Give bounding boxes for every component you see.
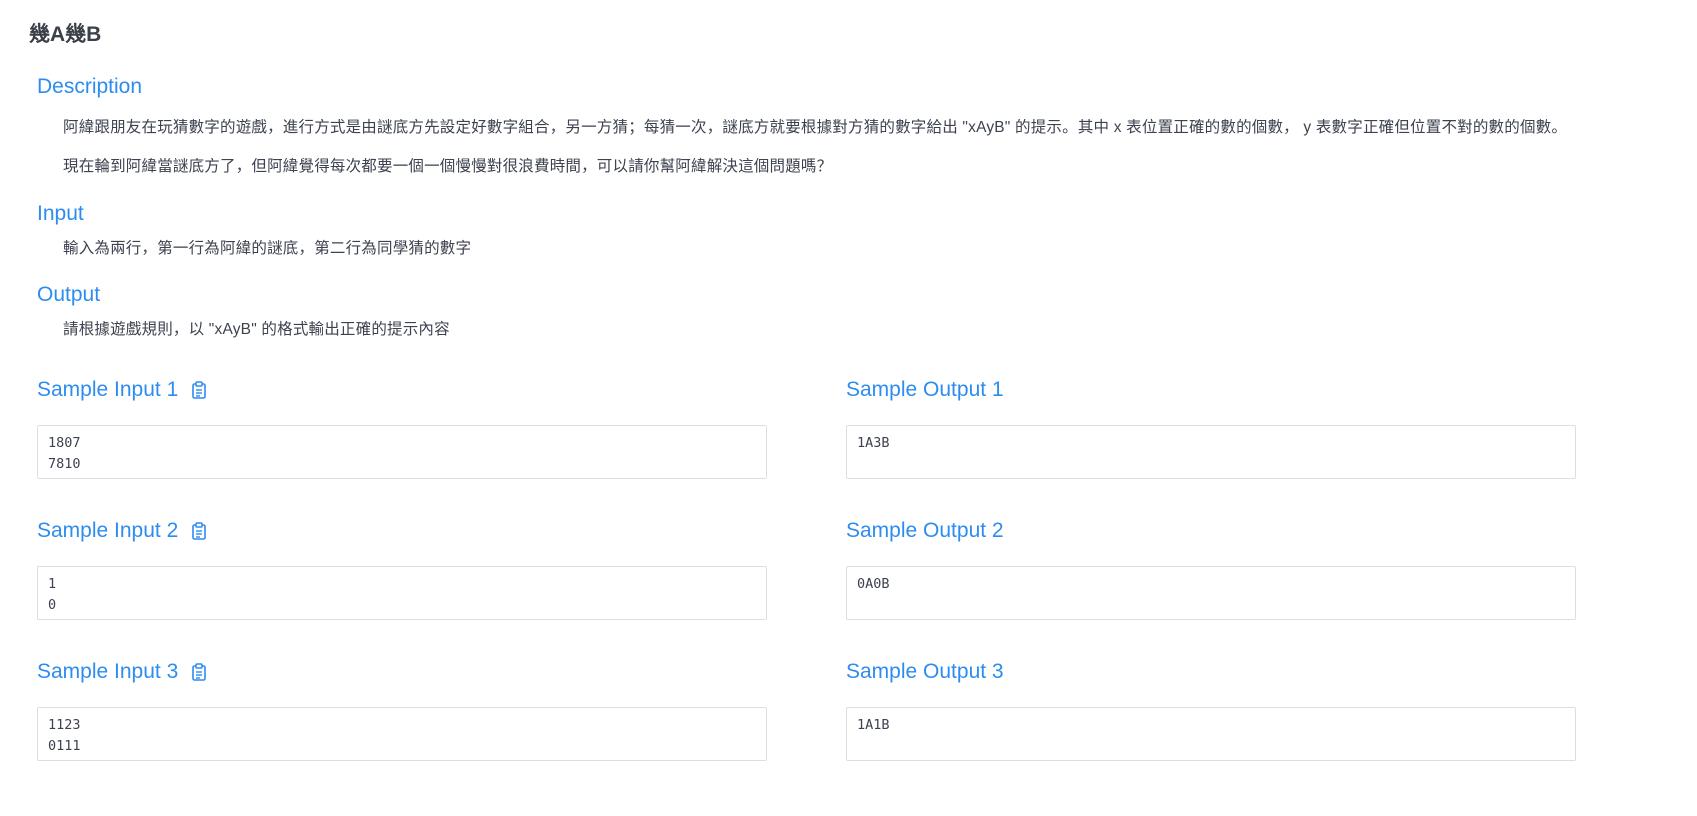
- sample-input-3-box[interactable]: 1123 0111: [37, 707, 767, 761]
- problem-page: 幾A幾B Description 阿緯跟朋友在玩猜數字的遊戲，進行方式是由謎底方…: [0, 0, 1697, 816]
- clipboard-icon[interactable]: [192, 522, 207, 540]
- description-paragraph-2: 現在輪到阿緯當謎底方了，但阿緯覺得每次都要一個一個慢慢對很浪費時間，可以請你幫阿…: [63, 158, 833, 175]
- sample-output-1-heading: Sample Output 1: [846, 378, 1004, 401]
- description-paragraph-1: 阿緯跟朋友在玩猜數字的遊戲，進行方式是由謎底方先設定好數字組合，另一方猜；每猜一…: [63, 119, 1568, 136]
- clipboard-icon[interactable]: [192, 663, 207, 681]
- sample-output-2-heading: Sample Output 2: [846, 519, 1004, 542]
- sample-input-2-label: Sample Input 2: [37, 519, 179, 542]
- sample-output-3-heading: Sample Output 3: [846, 660, 1004, 683]
- description-heading: Description: [37, 75, 143, 98]
- output-heading: Output: [37, 283, 101, 306]
- sample-input-1-box[interactable]: 1807 7810: [37, 425, 767, 479]
- output-description: 請根據遊戲規則，以 "xAyB" 的格式輸出正確的提示內容: [63, 321, 450, 338]
- sample-input-3-heading: Sample Input 3: [37, 660, 207, 684]
- sample-input-1-heading: Sample Input 1: [37, 378, 207, 402]
- sample-output-1-box[interactable]: 1A3B: [846, 425, 1576, 479]
- sample-input-2-box[interactable]: 1 0: [37, 566, 767, 620]
- sample-output-2-box[interactable]: 0A0B: [846, 566, 1576, 620]
- problem-title: 幾A幾B: [29, 23, 102, 46]
- sample-input-2-heading: Sample Input 2: [37, 519, 207, 543]
- sample-output-3-box[interactable]: 1A1B: [846, 707, 1576, 761]
- clipboard-icon[interactable]: [192, 381, 207, 399]
- input-heading: Input: [37, 202, 84, 225]
- input-description: 輸入為兩行，第一行為阿緯的謎底，第二行為同學猜的數字: [63, 240, 472, 257]
- sample-input-1-label: Sample Input 1: [37, 378, 179, 401]
- sample-input-3-label: Sample Input 3: [37, 660, 179, 683]
